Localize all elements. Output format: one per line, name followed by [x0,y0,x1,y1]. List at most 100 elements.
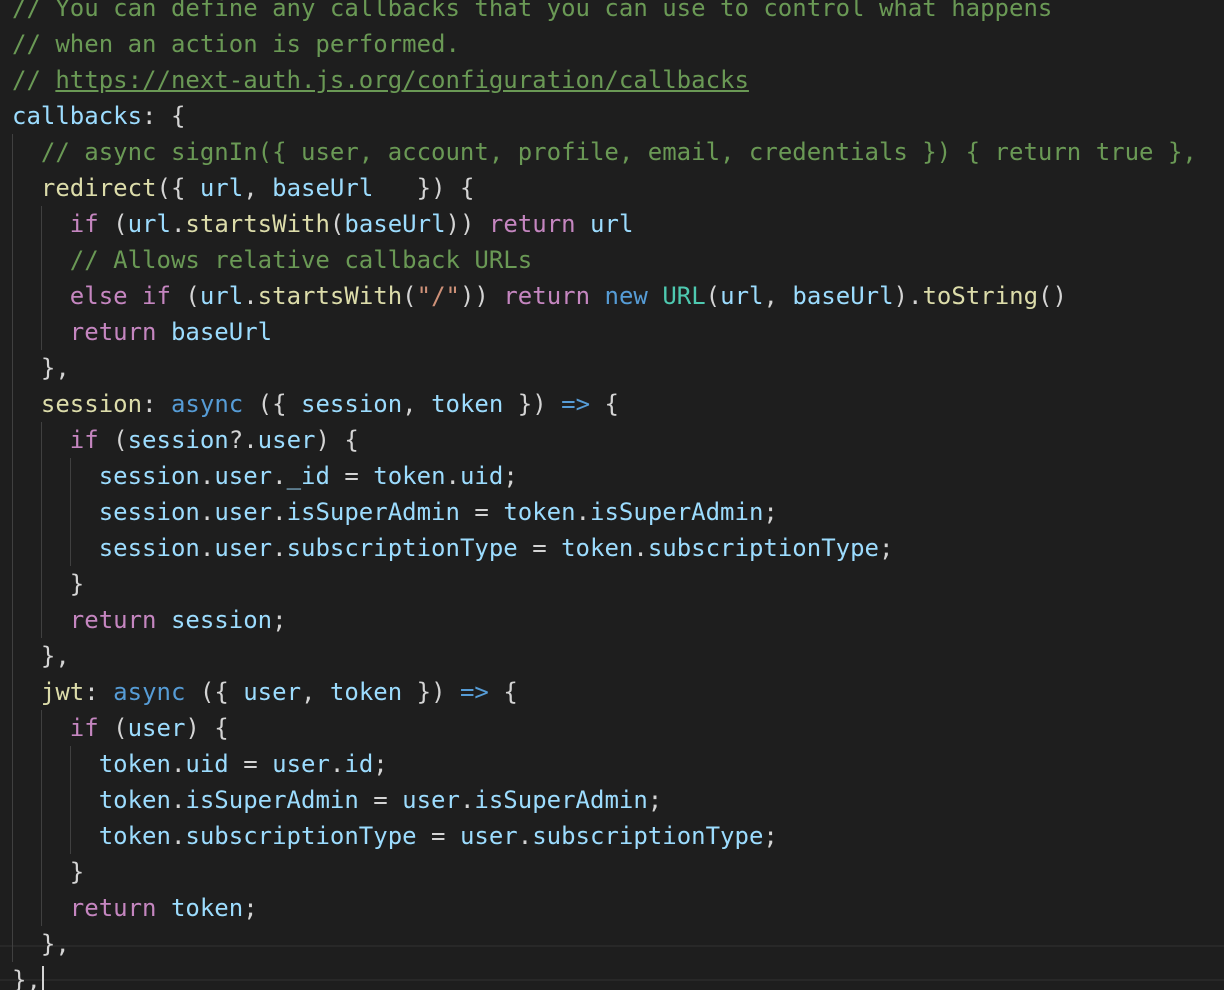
code-token: => [561,390,591,418]
code-token: => [459,678,489,706]
code-token: ?. [228,426,258,454]
code-line[interactable]: token.isSuperAdmin = user.isSuperAdmin; [0,782,1224,818]
code-token: . [243,282,258,310]
code-token: subscriptionType [647,534,879,562]
code-token: _id [286,462,330,490]
code-token: ( [98,714,128,742]
code-line[interactable]: if (url.startsWith(baseUrl)) return url [0,206,1224,242]
code-line[interactable]: session: async ({ session, token }) => { [0,386,1224,422]
code-token: . [272,462,287,490]
code-token: https://next-auth.js.org/configuration/c… [55,66,749,94]
code-token: user [257,426,316,454]
code-token: , [763,282,793,310]
code-line[interactable]: callbacks: { [0,98,1224,134]
code-token: session [98,534,200,562]
code-line[interactable]: }, [0,962,1224,990]
code-line[interactable]: return session; [0,602,1224,638]
code-line[interactable]: if (session?.user) { [0,422,1224,458]
code-line[interactable]: }, [0,926,1224,962]
code-line[interactable]: session.user._id = token.uid; [0,458,1224,494]
code-line[interactable]: // when an action is performed. [0,26,1224,62]
code-token: : { [142,102,186,130]
code-token: }) [402,678,460,706]
code-token: ; [272,606,287,634]
code-line[interactable]: } [0,854,1224,890]
code-editor[interactable]: // You can define any callbacks that you… [0,0,1224,990]
code-line[interactable]: redirect({ url, baseUrl }) { [0,170,1224,206]
code-token: subscriptionType [286,534,518,562]
code-line[interactable]: return baseUrl [0,314,1224,350]
code-token: { [590,390,619,418]
code-line[interactable]: token.uid = user.id; [0,746,1224,782]
code-token: : [142,390,171,418]
code-token: session [98,498,200,526]
code-token: ). [893,282,923,310]
code-line[interactable]: if (user) { [0,710,1224,746]
code-token: . [272,498,287,526]
code-token: uid [185,750,229,778]
code-token: token [561,534,634,562]
code-line[interactable]: session.user.subscriptionType = token.su… [0,530,1224,566]
code-token: = [228,750,273,778]
code-token: }, [12,966,41,990]
code-line[interactable]: token.subscriptionType = user.subscripti… [0,818,1224,854]
code-token: isSuperAdmin [185,786,359,814]
code-token: ( [329,210,345,238]
code-line[interactable]: session.user.isSuperAdmin = token.isSupe… [0,494,1224,530]
code-line[interactable]: // https://next-auth.js.org/configuratio… [0,62,1224,98]
code-token: ; [647,786,663,814]
code-line[interactable]: // async signIn({ user, account, profile… [0,134,1224,170]
code-token: url [720,282,764,310]
code-token: isSuperAdmin [474,786,648,814]
code-token: // [12,66,56,94]
code-token: redirect [40,174,157,202]
code-token: ( [402,282,417,310]
code-token: { [488,678,518,706]
code-token: token [503,498,576,526]
code-line[interactable]: jwt: async ({ user, token }) => { [0,674,1224,710]
code-token: } [12,570,85,598]
code-token: session [170,606,273,634]
code-line[interactable]: }, [0,350,1224,386]
code-token: token [329,678,403,706]
code-token: // You can define any callbacks that you… [12,0,1053,22]
code-token: user [272,750,330,778]
code-line[interactable]: return token; [0,890,1224,926]
code-token: ( [98,210,128,238]
code-line[interactable]: } [0,566,1224,602]
code-token: user [459,822,518,850]
code-line[interactable]: else if (url.startsWith("/")) return new… [0,278,1224,314]
code-line[interactable]: // Allows relative callback URLs [0,242,1224,278]
code-token: = [459,498,504,526]
code-token: = [329,462,374,490]
code-token: url [199,282,244,310]
code-token: return [69,894,157,922]
code-token: session [127,426,229,454]
code-token: user [214,498,273,526]
code-token: , [402,390,432,418]
code-token: ({ [185,678,244,706]
code-token: url [127,210,171,238]
code-token: : [84,678,114,706]
code-line[interactable]: }, [0,638,1224,674]
code-line[interactable]: // You can define any callbacks that you… [0,0,1224,26]
code-token: user [243,678,302,706]
code-token: if [69,210,99,238]
code-token: ( [98,426,128,454]
code-token: subscriptionType [532,822,764,850]
code-token: = [358,786,403,814]
code-token: user [402,786,460,814]
code-token: . [199,462,215,490]
code-token: , [243,174,273,202]
